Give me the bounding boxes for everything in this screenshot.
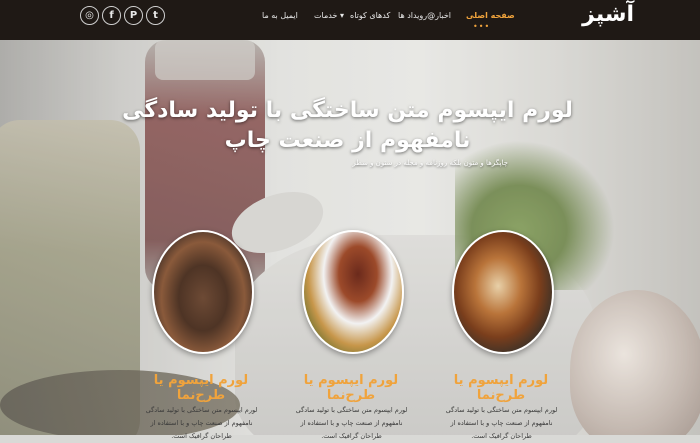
- card-title[interactable]: لورم ایپسوم یا طرح‌نما: [286, 373, 416, 403]
- top-navbar: ◎ f P t ایمیل به ما ▾ خدمات کدهای کوتاه …: [0, 0, 700, 40]
- food-image-grilled-chicken[interactable]: [452, 230, 554, 354]
- hero-background: [0, 0, 700, 435]
- chevron-down-icon: ▾: [339, 11, 344, 20]
- nav-item-services[interactable]: ▾ خدمات: [314, 11, 344, 20]
- hero-subtitle: چاپگرها و متون بلکه روزنامه و مجله در ست…: [352, 159, 508, 167]
- background-overlay: [0, 0, 700, 435]
- card-text: لورم ایپسوم متن ساختگی با تولید سادگی نا…: [295, 406, 408, 440]
- active-indicator: •••: [473, 22, 491, 31]
- nav-item-home[interactable]: صفحه اصلی: [466, 11, 515, 20]
- dribbble-icon[interactable]: ◎: [80, 6, 99, 25]
- card-title[interactable]: لورم ایپسوم یا طرح‌نما: [436, 373, 566, 403]
- food-image-mixed-plate[interactable]: [302, 230, 404, 354]
- card-text: لورم ایپسوم متن ساختگی با تولید سادگی نا…: [145, 406, 258, 440]
- nav-item-shortcodes[interactable]: کدهای کوتاه: [350, 11, 390, 20]
- card-title[interactable]: لورم ایپسوم یا طرح‌نما: [136, 373, 266, 403]
- card-text: لورم ایپسوم متن ساختگی با تولید سادگی نا…: [445, 406, 558, 440]
- hero-title: لورم ایپسوم متن ساختگی با تولید سادگی نا…: [122, 98, 573, 153]
- twitter-icon[interactable]: t: [146, 6, 165, 25]
- nav-item-email-us[interactable]: ایمیل به ما: [262, 11, 298, 20]
- nav-item-services-label: خدمات: [314, 11, 338, 20]
- facebook-icon[interactable]: f: [102, 6, 121, 25]
- pinterest-icon[interactable]: P: [124, 6, 143, 25]
- nav-item-news-events[interactable]: اخبار@رویداد ها: [398, 11, 451, 20]
- site-logo[interactable]: آشپز: [582, 2, 634, 27]
- food-image-mushroom-steak[interactable]: [152, 230, 254, 354]
